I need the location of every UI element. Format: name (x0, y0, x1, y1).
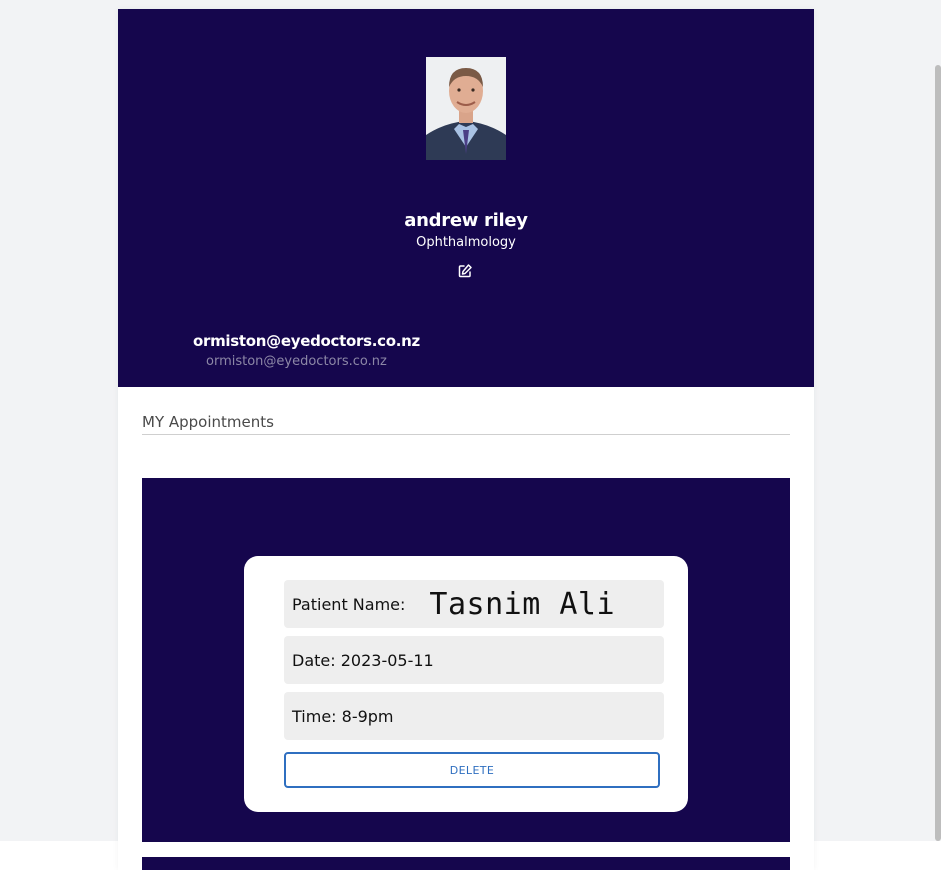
edit-icon[interactable] (457, 263, 473, 279)
patient-name-value: Tasnim Ali (429, 586, 616, 622)
appointment-date: Date: 2023-05-11 (292, 650, 434, 670)
page: andrew riley Ophthalmology ormiston@eyed… (0, 0, 941, 870)
avatar (426, 57, 506, 160)
delete-button[interactable]: DELETE (284, 752, 660, 788)
profile-card: andrew riley Ophthalmology ormiston@eyed… (118, 9, 814, 870)
patient-name-label: Patient Name: (292, 594, 406, 614)
doctor-email-secondary: ormiston@eyedoctors.co.nz (206, 354, 387, 369)
doctor-email: ormiston@eyedoctors.co.nz (193, 332, 420, 350)
doctor-name: andrew riley (404, 210, 528, 231)
profile-header: andrew riley Ophthalmology ormiston@eyed… (118, 9, 814, 387)
appointments-divider (142, 434, 790, 435)
appointment-panel-next (142, 857, 790, 870)
appointment-date-field: Date: 2023-05-11 (284, 636, 664, 684)
doctor-portrait (426, 57, 506, 160)
appointment-panel: Patient Name: Tasnim Ali Date: 2023-05-1… (142, 478, 790, 842)
appointments-title: MY Appointments (142, 413, 274, 431)
appointment-time-field: Time: 8-9pm (284, 692, 664, 740)
scrollbar[interactable] (935, 65, 941, 841)
patient-name-field: Patient Name: Tasnim Ali (284, 580, 664, 628)
appointment-time: Time: 8-9pm (292, 706, 394, 726)
appointment-card: Patient Name: Tasnim Ali Date: 2023-05-1… (244, 556, 688, 812)
doctor-specialty: Ophthalmology (416, 235, 516, 250)
